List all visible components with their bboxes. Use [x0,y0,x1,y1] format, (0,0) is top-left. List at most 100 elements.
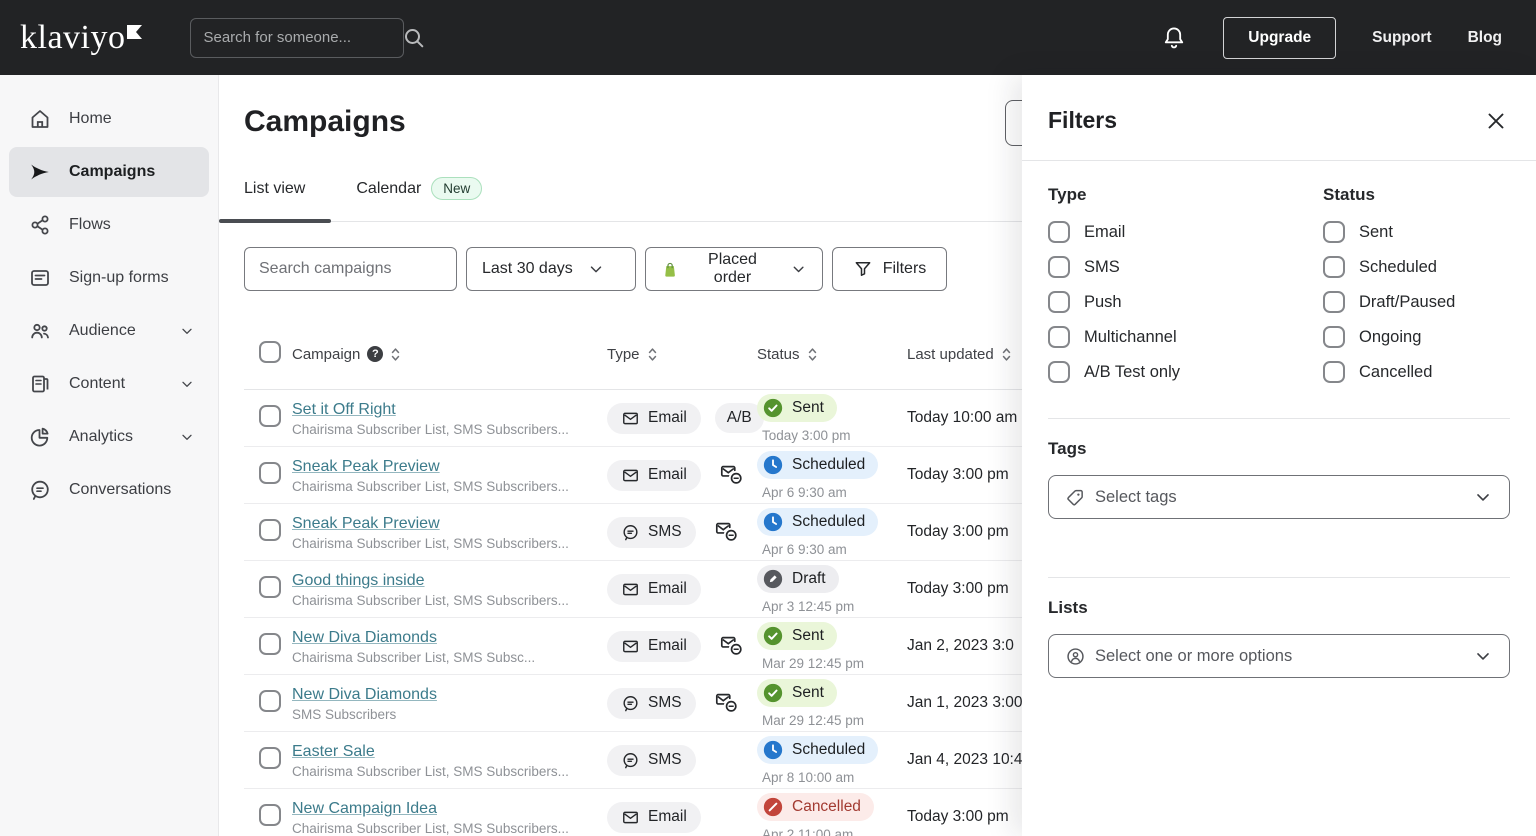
filter-checkbox-multichannel[interactable]: Multichannel [1048,326,1323,348]
row-checkbox[interactable] [259,462,281,484]
campaign-link[interactable]: Set it Off Right [292,401,396,419]
status-date: Today 3:00 pm [757,428,907,443]
tab-calendar[interactable]: Calendar New [331,177,508,222]
row-checkbox[interactable] [259,576,281,598]
row-checkbox[interactable] [259,519,281,541]
row-checkbox[interactable] [259,405,281,427]
filter-group-status-label: Status [1323,185,1510,205]
checkbox[interactable] [1048,256,1070,278]
campaign-audience: Chairisma Subscriber List, SMS Subscribe… [292,593,607,608]
status-pill-sent: Sent [757,679,837,707]
signup-forms-icon [28,266,52,290]
campaign-link[interactable]: Good things inside [292,572,425,590]
type-chip-email: Email [607,403,701,434]
tags-label: Tags [1048,439,1510,459]
date-range-select[interactable]: Last 30 days [466,247,636,291]
analytics-pie-icon [28,425,52,449]
filter-checkbox-cancelled[interactable]: Cancelled [1323,361,1510,383]
sidebar-item-analytics[interactable]: Analytics [9,412,209,462]
sidebar-item-conversations[interactable]: Conversations [9,465,209,515]
row-checkbox[interactable] [259,747,281,769]
funnel-icon [853,259,873,279]
sort-icon[interactable] [390,347,401,362]
campaign-audience: Chairisma Subscriber List, SMS Subscribe… [292,764,607,779]
sidebar-item-label: Sign-up forms [69,269,169,287]
checkbox[interactable] [1323,361,1345,383]
campaign-link[interactable]: New Diva Diamonds [292,629,437,647]
campaign-audience: Chairisma Subscriber List, SMS Subscribe… [292,821,607,836]
campaign-link[interactable]: Sneak Peak Preview [292,458,440,476]
support-link[interactable]: Support [1372,29,1431,47]
sidebar-item-label: Analytics [69,428,133,446]
filter-checkbox-ongoing[interactable]: Ongoing [1323,326,1510,348]
filters-panel-title: Filters [1048,107,1117,134]
status-date: Apr 6 9:30 am [757,542,907,557]
checkbox[interactable] [1323,291,1345,313]
checkbox[interactable] [1323,256,1345,278]
date-range-value: Last 30 days [482,260,573,278]
sidebar-item-content[interactable]: Content [9,359,209,409]
slash-circle-icon [762,796,784,818]
row-checkbox[interactable] [259,690,281,712]
row-checkbox[interactable] [259,633,281,655]
help-icon[interactable]: ? [367,346,383,362]
filters-button-label: Filters [883,260,927,278]
checkbox[interactable] [1048,221,1070,243]
tab-list-view[interactable]: List view [219,177,331,222]
upgrade-button[interactable]: Upgrade [1223,17,1336,59]
status-label: Scheduled [792,513,865,531]
sms-icon [621,694,640,713]
filter-checkbox-scheduled[interactable]: Scheduled [1323,256,1510,278]
sidebar-item-flows[interactable]: Flows [9,200,209,250]
checkbox-label: Sent [1359,223,1393,242]
search-campaigns-input[interactable] [244,247,457,291]
sidebar-item-signup-forms[interactable]: Sign-up forms [9,253,209,303]
filter-checkbox-ab-test-only[interactable]: A/B Test only [1048,361,1323,383]
campaign-link[interactable]: New Campaign Idea [292,800,437,818]
status-pill-sent: Sent [757,394,837,422]
sidebar-item-audience[interactable]: Audience [9,306,209,356]
filter-checkbox-push[interactable]: Push [1048,291,1323,313]
conversion-metric-value: Placed order [689,251,776,287]
multichannel-icon [719,462,745,488]
checkbox[interactable] [1048,326,1070,348]
close-icon[interactable] [1484,109,1508,133]
global-search-input[interactable] [203,29,402,46]
chevron-down-icon [790,260,807,278]
sidebar-item-label: Flows [69,216,111,234]
sort-icon[interactable] [1001,347,1012,362]
row-checkbox[interactable] [259,804,281,826]
checkbox[interactable] [1323,326,1345,348]
klaviyo-logo[interactable]: klaviyo [20,19,142,57]
type-label: SMS [648,694,682,712]
campaign-link[interactable]: Sneak Peak Preview [292,515,440,533]
sort-icon[interactable] [807,347,818,362]
filter-checkbox-sent[interactable]: Sent [1323,221,1510,243]
type-label: Email [648,580,687,598]
sidebar-item-campaigns[interactable]: Campaigns [9,147,209,197]
checkbox[interactable] [1048,361,1070,383]
notifications-bell-icon[interactable] [1161,25,1187,51]
checkbox[interactable] [1323,221,1345,243]
filter-checkbox-sms[interactable]: SMS [1048,256,1323,278]
sidebar-item-home[interactable]: Home [9,94,209,144]
conversion-metric-select[interactable]: Placed order [645,247,823,291]
checkbox[interactable] [1048,291,1070,313]
sms-icon [621,751,640,770]
filters-button[interactable]: Filters [832,247,947,291]
status-date: Mar 29 12:45 pm [757,656,907,671]
filter-checkbox-draft-paused[interactable]: Draft/Paused [1323,291,1510,313]
campaign-link[interactable]: New Diva Diamonds [292,686,437,704]
select-all-checkbox[interactable] [259,341,281,363]
lists-select[interactable]: Select one or more options [1048,634,1510,678]
filter-checkbox-email[interactable]: Email [1048,221,1323,243]
global-search[interactable] [190,18,404,58]
tags-placeholder: Select tags [1095,488,1177,507]
sort-icon[interactable] [647,347,658,362]
email-icon [621,637,640,656]
check-circle-icon [762,625,784,647]
campaign-link[interactable]: Easter Sale [292,743,375,761]
tags-select[interactable]: Select tags [1048,475,1510,519]
chevron-down-icon [1473,487,1493,507]
blog-link[interactable]: Blog [1468,29,1502,47]
